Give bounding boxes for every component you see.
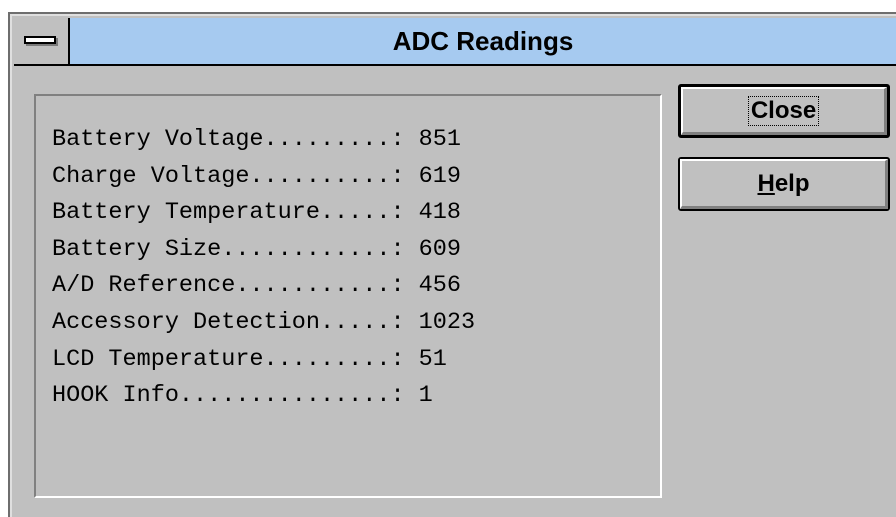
title-bar[interactable]: ADC Readings: [14, 18, 896, 66]
reading-value: 851: [418, 126, 461, 153]
readings-panel: Battery Voltage.........: 851 Charge Vol…: [34, 94, 662, 498]
reading-label: Accessory Detection.....:: [52, 308, 419, 336]
reading-row-hook-info: HOOK Info...............: 1: [52, 378, 475, 415]
reading-label: Battery Voltage.........:: [52, 126, 419, 153]
reading-label: Charge Voltage..........:: [52, 162, 419, 190]
help-button-label: Help: [757, 170, 809, 198]
reading-row-battery-size: Battery Size............: 609: [52, 232, 475, 269]
reading-row-battery-temperature: Battery Temperature.....: 418: [52, 195, 475, 232]
reading-value: 1023: [418, 308, 476, 336]
close-button-face: Close: [681, 87, 887, 135]
reading-value: 619: [418, 162, 461, 190]
reading-label: Battery Temperature.....:: [52, 199, 419, 227]
reading-row-ad-reference: A/D Reference...........: 456: [52, 268, 475, 305]
readings-list: Battery Voltage.........: 851 Charge Vol…: [52, 122, 475, 415]
reading-label: LCD Temperature.........:: [52, 345, 419, 373]
system-menu-button[interactable]: [14, 18, 70, 64]
window-frame: ADC Readings Battery Voltage.........: 8…: [10, 14, 896, 517]
help-button[interactable]: Help: [678, 157, 890, 211]
reading-value: 456: [418, 272, 461, 300]
help-label-rest: elp: [774, 169, 810, 197]
reading-label: HOOK Info...............:: [52, 382, 419, 410]
reading-value: 1: [418, 382, 433, 410]
reading-label: Battery Size............:: [52, 235, 419, 263]
reading-value: 609: [418, 235, 461, 263]
reading-row-lcd-temperature: LCD Temperature.........: 51: [52, 342, 475, 379]
reading-row-accessory-detection: Accessory Detection.....: 1023: [52, 305, 475, 342]
reading-value: 418: [418, 199, 461, 227]
reading-label: A/D Reference...........:: [52, 272, 419, 300]
window-title: ADC Readings: [392, 26, 574, 56]
reading-row-charge-voltage: Charge Voltage..........: 619: [52, 159, 475, 196]
reading-value: 51: [418, 345, 447, 373]
close-button[interactable]: Close: [678, 84, 890, 138]
system-menu-icon: [24, 36, 56, 44]
help-button-face: Help: [680, 159, 888, 209]
adc-readings-window: ADC Readings Battery Voltage.........: 8…: [8, 12, 896, 517]
close-button-label: Close: [747, 95, 820, 126]
reading-row-battery-voltage: Battery Voltage.........: 851: [52, 122, 475, 159]
help-mnemonic: H: [757, 169, 775, 197]
